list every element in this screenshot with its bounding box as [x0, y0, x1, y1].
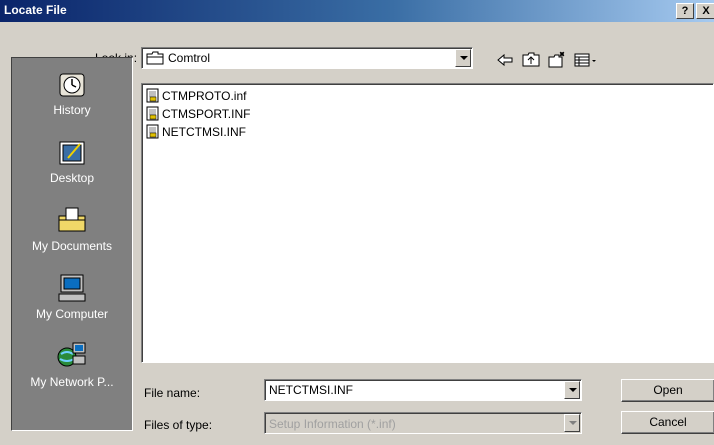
- place-label: Desktop: [49, 171, 95, 185]
- my-network-places-icon: [57, 342, 86, 367]
- place-label: My Network P...: [30, 375, 114, 389]
- look-in-value: Comtrol: [168, 51, 211, 65]
- file-item[interactable]: CTMPROTO.inf: [146, 88, 246, 104]
- place-my-computer[interactable]: My Computer: [12, 272, 132, 321]
- setup-file-icon: [146, 124, 159, 139]
- my-computer-icon: [58, 274, 86, 302]
- file-type-value: Setup Information (*.inf): [269, 417, 396, 431]
- close-button[interactable]: X: [696, 3, 714, 19]
- new-folder-icon[interactable]: [548, 51, 566, 69]
- file-name-label: File name:: [144, 386, 201, 400]
- place-my-documents[interactable]: My Documents: [12, 204, 132, 253]
- folder-icon: [146, 51, 164, 65]
- file-item[interactable]: NETCTMSI.INF: [146, 124, 246, 140]
- help-button[interactable]: ?: [676, 3, 694, 19]
- place-history[interactable]: History: [12, 68, 132, 117]
- file-name-dropdown-button[interactable]: [564, 381, 580, 399]
- view-menu-icon[interactable]: [574, 51, 598, 69]
- setup-file-icon: [146, 106, 159, 121]
- places-bar: History Desktop My Documents My Computer: [11, 57, 133, 431]
- place-label: History: [53, 103, 91, 117]
- file-name: CTMPROTO.inf: [162, 89, 247, 103]
- cancel-button[interactable]: Cancel: [621, 411, 714, 434]
- back-arrow-icon[interactable]: [496, 51, 514, 69]
- place-label: My Documents: [31, 239, 113, 253]
- file-type-dropdown-button[interactable]: [564, 414, 580, 432]
- open-button[interactable]: Open: [621, 379, 714, 402]
- place-my-network-places[interactable]: My Network P...: [12, 340, 132, 389]
- file-name: CTMSPORT.INF: [162, 107, 251, 121]
- look-in-combo[interactable]: Comtrol: [141, 47, 473, 69]
- file-item[interactable]: CTMSPORT.INF: [146, 106, 250, 122]
- file-name-combo[interactable]: NETCTMSI.INF: [264, 379, 582, 401]
- setup-file-icon: [146, 88, 159, 103]
- place-desktop[interactable]: Desktop: [12, 136, 132, 185]
- file-list[interactable]: CTMPROTO.inf CTMSPORT.INF NETCTMSI.INF: [141, 83, 714, 363]
- title-bar[interactable]: Locate File ? X: [0, 0, 714, 22]
- my-documents-icon: [58, 207, 86, 232]
- file-name: NETCTMSI.INF: [162, 125, 246, 139]
- file-type-combo[interactable]: Setup Information (*.inf): [264, 412, 582, 434]
- file-name-input[interactable]: NETCTMSI.INF: [269, 383, 353, 397]
- up-folder-icon[interactable]: [522, 51, 540, 69]
- history-icon: [59, 73, 85, 97]
- desktop-icon: [59, 141, 85, 165]
- file-type-label: Files of type:: [144, 418, 213, 432]
- look-in-dropdown-button[interactable]: [455, 49, 471, 67]
- place-label: My Computer: [35, 307, 109, 321]
- window-title: Locate File: [4, 3, 67, 17]
